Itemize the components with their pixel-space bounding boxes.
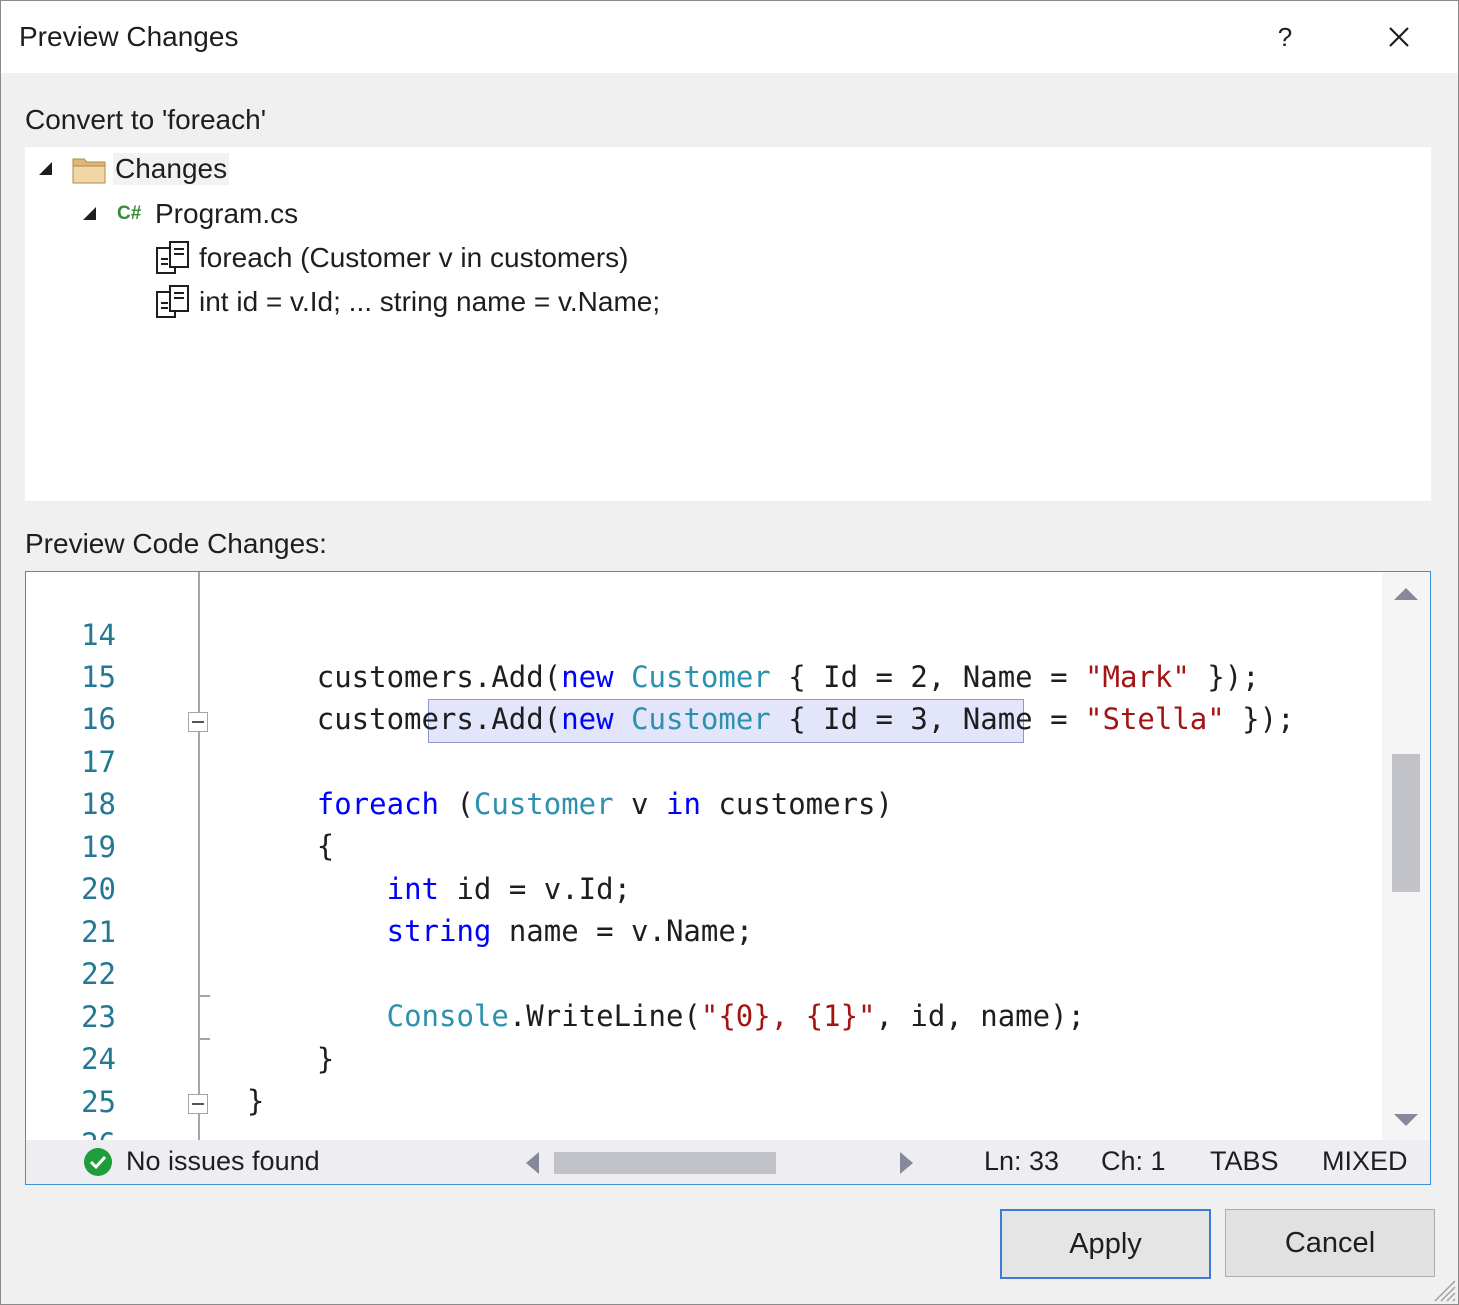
csharp-file-icon: C# bbox=[117, 203, 142, 224]
code-line: 27 { bbox=[26, 1124, 1382, 1140]
tree-node-label: int id = v.Id; ... string name = v.Name; bbox=[199, 286, 661, 317]
resize-grip-icon[interactable] bbox=[1429, 1275, 1457, 1303]
tree-node-change-1[interactable]: foreach (Customer v in customers) bbox=[155, 238, 628, 278]
tree-node-change-2[interactable]: int id = v.Id; ... string name = v.Name; bbox=[155, 282, 660, 322]
collapse-toggle[interactable] bbox=[188, 712, 208, 732]
code-line: 24 } bbox=[26, 996, 1382, 1118]
tree-node-changes[interactable]: Changes bbox=[35, 149, 230, 189]
horizontal-scroll-thumb[interactable] bbox=[554, 1152, 776, 1174]
cancel-button[interactable]: Cancel bbox=[1225, 1209, 1435, 1277]
code-line: 23 } bbox=[26, 954, 1382, 1076]
title-bar: Preview Changes ? bbox=[1, 1, 1458, 73]
outline-end-tick bbox=[200, 995, 210, 997]
tree-node-label: Program.cs bbox=[155, 198, 299, 229]
collapse-triangle-icon[interactable] bbox=[35, 159, 55, 179]
collapse-toggle[interactable] bbox=[188, 1094, 208, 1114]
code-line: 16 bbox=[26, 656, 1382, 736]
code-line: 26 class Customer bbox=[26, 1081, 1382, 1140]
changes-tree: Changes C# Program.cs foreach (Customer … bbox=[25, 147, 1431, 501]
scroll-left-icon[interactable] bbox=[526, 1152, 539, 1174]
code-change-icon bbox=[156, 285, 189, 318]
line-indicator: Ln: 33 bbox=[984, 1146, 1060, 1176]
indent-mode[interactable]: TABS bbox=[1210, 1146, 1279, 1177]
help-button[interactable]: ? bbox=[1263, 15, 1307, 59]
preview-changes-dialog: Preview Changes ? Convert to 'foreach' C… bbox=[0, 0, 1459, 1305]
outline-end-tick bbox=[200, 1038, 210, 1040]
code-line: 18 { bbox=[26, 741, 1382, 863]
check-circle-icon bbox=[84, 1148, 112, 1176]
code-line: 20 string name = v.Name; bbox=[26, 826, 1382, 948]
code-change-icon bbox=[156, 241, 189, 274]
apply-button[interactable]: Apply bbox=[1000, 1209, 1211, 1279]
code-line: 25 bbox=[26, 1039, 1382, 1119]
code-line: 22 Console.WriteLine("{0}, {1}", id, nam… bbox=[26, 911, 1382, 1033]
char-indicator: Ch: 1 bbox=[1101, 1146, 1166, 1176]
code-preview-editor[interactable]: 14 customers.Add(new Customer { Id = 2, … bbox=[25, 571, 1431, 1185]
collapse-triangle-icon[interactable] bbox=[79, 204, 99, 224]
folder-icon bbox=[72, 158, 106, 184]
editor-status-bar: No issues found Ln: 33 Ch: 1 TABS MIXED bbox=[26, 1140, 1430, 1184]
scroll-down-icon[interactable] bbox=[1394, 1114, 1418, 1126]
code-line: 19 int id = v.Id; bbox=[26, 784, 1382, 906]
vertical-scroll-thumb[interactable] bbox=[1392, 754, 1420, 892]
code-line: 21 bbox=[26, 869, 1382, 949]
code-line: 15 customers.Add(new Customer { Id = 3, … bbox=[26, 614, 1382, 736]
issues-status[interactable]: No issues found bbox=[126, 1146, 320, 1177]
dialog-title: Preview Changes bbox=[19, 21, 239, 52]
scroll-right-icon[interactable] bbox=[900, 1152, 913, 1174]
tree-node-label: foreach (Customer v in customers) bbox=[199, 242, 629, 273]
action-heading: Convert to 'foreach' bbox=[25, 104, 267, 135]
preview-heading: Preview Code Changes: bbox=[25, 528, 327, 559]
vertical-scrollbar[interactable] bbox=[1382, 572, 1430, 1140]
close-icon bbox=[1389, 27, 1409, 47]
code-line: 14 customers.Add(new Customer { Id = 2, … bbox=[26, 572, 1382, 694]
scroll-up-icon[interactable] bbox=[1394, 588, 1418, 600]
tree-node-label: Changes bbox=[113, 153, 230, 185]
close-button[interactable] bbox=[1377, 15, 1421, 59]
code-area[interactable]: 14 customers.Add(new Customer { Id = 2, … bbox=[26, 572, 1382, 1140]
tree-node-program-cs[interactable]: C# Program.cs bbox=[79, 194, 298, 234]
line-ending-mode[interactable]: MIXED bbox=[1322, 1146, 1408, 1177]
code-line: 17 foreach (Customer v in customers) bbox=[26, 699, 1382, 821]
